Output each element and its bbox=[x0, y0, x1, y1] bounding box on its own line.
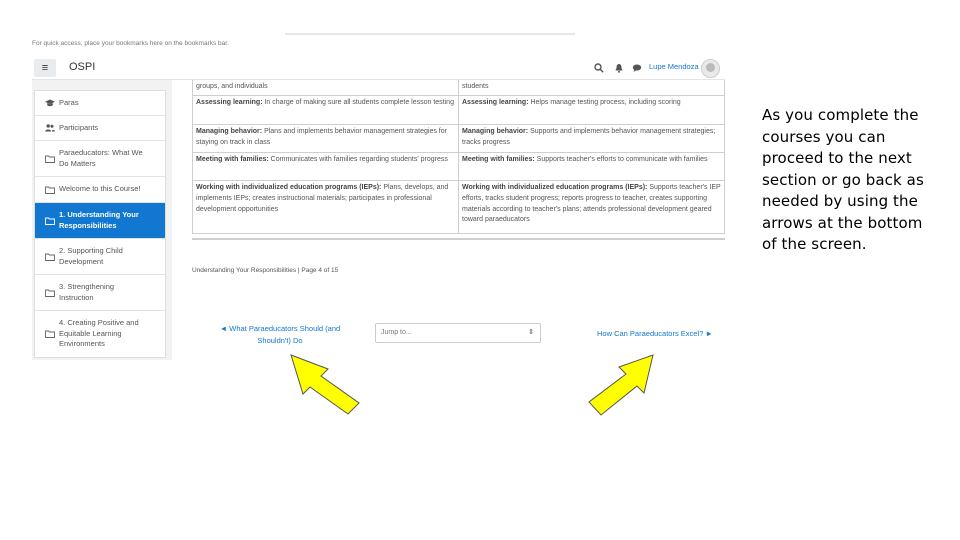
yellow-arrow-right-icon bbox=[588, 354, 654, 416]
caption-line: section or go back as bbox=[762, 170, 924, 189]
instruction-caption: As you complete the courses you can proc… bbox=[762, 105, 942, 256]
annotation-arrows bbox=[290, 354, 654, 416]
caption-line: As you complete the bbox=[762, 106, 919, 124]
caption-line: courses you can bbox=[762, 127, 886, 146]
caption-line: of the screen. bbox=[762, 235, 867, 253]
yellow-arrow-left-icon bbox=[290, 354, 360, 415]
caption-line: arrows at the bottom bbox=[762, 213, 923, 232]
caption-line: proceed to the next bbox=[762, 149, 912, 167]
caption-line: needed by using the bbox=[762, 192, 918, 210]
